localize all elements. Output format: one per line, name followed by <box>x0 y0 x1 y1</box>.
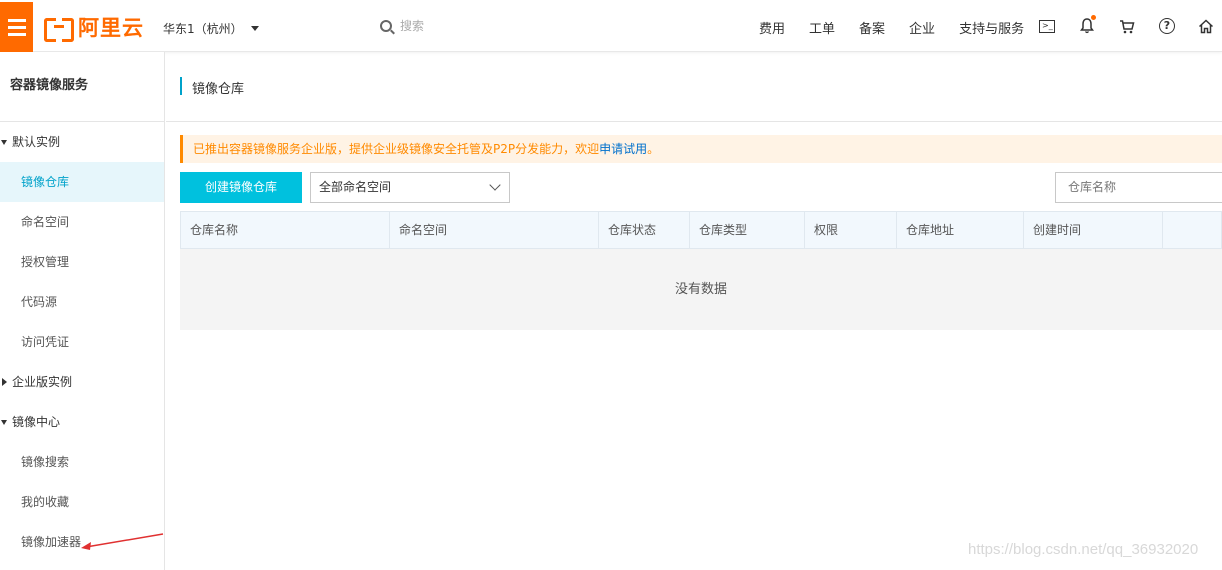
nav-tickets[interactable]: 工单 <box>809 18 835 37</box>
sidebar-item-label: 我的收藏 <box>21 495 70 509</box>
title-accent-bar <box>180 77 182 95</box>
column-header-actions <box>1163 212 1221 248</box>
sidebar-item-label: 企业版实例 <box>12 375 73 389</box>
search-icon <box>380 19 392 32</box>
sidebar-item-label: 镜像搜索 <box>21 455 70 469</box>
sidebar-item-label: 镜像中心 <box>12 415 61 429</box>
repository-name-placeholder: 仓库名称 <box>1068 180 1117 194</box>
help-icon[interactable]: ? <box>1158 17 1176 35</box>
main-content: 镜像仓库 已推出容器镜像服务企业版，提供企业级镜像安全托管及P2P分发能力，欢迎… <box>166 52 1222 570</box>
empty-state: 没有数据 <box>180 249 1222 330</box>
create-repository-button[interactable]: 创建镜像仓库 <box>180 172 302 203</box>
triangle-down-icon <box>1 140 7 145</box>
sidebar-item-code-source[interactable]: 代码源 <box>0 282 164 322</box>
namespace-select-value: 全部命名空间 <box>319 180 392 194</box>
bell-icon[interactable] <box>1078 15 1096 35</box>
notice-text: 已推出容器镜像服务企业版，提供企业级镜像安全托管及P2P分发能力，欢迎 <box>193 142 600 156</box>
triangle-down-icon <box>1 420 7 425</box>
sidebar-group-default-instance[interactable]: 默认实例 <box>0 122 164 162</box>
nav-support[interactable]: 支持与服务 <box>959 18 1024 37</box>
home-icon[interactable] <box>1197 17 1215 35</box>
column-header-repo-type: 仓库类型 <box>690 212 805 248</box>
aliyun-logo-mark-icon <box>44 18 74 42</box>
search-placeholder: 搜索 <box>400 19 425 33</box>
table-header: 仓库名称 命名空间 仓库状态 仓库类型 权限 仓库地址 创建时间 <box>180 211 1222 249</box>
logo-text: 阿里云 <box>78 16 144 40</box>
caret-down-icon <box>250 26 259 31</box>
repository-table: 仓库名称 命名空间 仓库状态 仓库类型 权限 仓库地址 创建时间 没有数据 <box>180 211 1222 330</box>
cart-icon[interactable] <box>1118 17 1136 35</box>
notification-dot <box>1091 15 1096 20</box>
column-header-repo-address: 仓库地址 <box>897 212 1024 248</box>
column-header-created-time: 创建时间 <box>1024 212 1163 248</box>
sidebar-item-authorization[interactable]: 授权管理 <box>0 242 164 282</box>
sidebar-item-image-search[interactable]: 镜像搜索 <box>0 442 164 482</box>
page-header: 镜像仓库 <box>166 52 1222 122</box>
enterprise-notice-banner: 已推出容器镜像服务企业版，提供企业级镜像安全托管及P2P分发能力，欢迎申请试用。 <box>180 135 1222 163</box>
sidebar-group-image-center[interactable]: 镜像中心 <box>0 402 164 442</box>
notice-end: 。 <box>647 142 660 156</box>
repository-name-input[interactable]: 仓库名称 <box>1055 172 1222 203</box>
sidebar: 容器镜像服务 默认实例 镜像仓库 命名空间 授权管理 代码源 访问凭证 企业版实… <box>0 52 165 570</box>
aliyun-logo[interactable]: 阿里云 <box>44 14 144 42</box>
global-search[interactable]: 搜索 <box>380 17 424 34</box>
page-title: 镜像仓库 <box>192 82 245 97</box>
top-nav-links: 费用 工单 备案 企业 支持与服务 <box>759 18 1048 37</box>
sidebar-item-label: 镜像加速器 <box>21 535 82 549</box>
top-navbar: 阿里云 华东1（杭州） 搜索 费用 工单 备案 企业 支持与服务 >_ ? <box>0 0 1222 52</box>
sidebar-item-namespaces[interactable]: 命名空间 <box>0 202 164 242</box>
watermark: https://blog.csdn.net/qq_36932020 <box>968 541 1199 558</box>
nav-billing[interactable]: 费用 <box>759 18 785 37</box>
sidebar-item-label: 代码源 <box>21 295 58 309</box>
apply-trial-link[interactable]: 申请试用 <box>599 142 647 156</box>
sidebar-item-my-favorites[interactable]: 我的收藏 <box>0 482 164 522</box>
column-header-permission: 权限 <box>805 212 897 248</box>
sidebar-item-label: 授权管理 <box>21 255 70 269</box>
sidebar-item-image-repositories[interactable]: 镜像仓库 <box>0 162 164 202</box>
annotation-arrow-icon <box>81 533 164 550</box>
sidebar-title: 容器镜像服务 <box>0 52 164 122</box>
namespace-select[interactable]: 全部命名空间 <box>310 172 510 203</box>
region-selector[interactable]: 华东1（杭州） <box>163 20 259 37</box>
nav-enterprise[interactable]: 企业 <box>909 18 935 37</box>
sidebar-item-access-credentials[interactable]: 访问凭证 <box>0 322 164 362</box>
region-label: 华东1（杭州） <box>163 22 243 36</box>
sidebar-item-label: 访问凭证 <box>21 335 70 349</box>
sidebar-item-label: 命名空间 <box>21 215 70 229</box>
sidebar-item-label: 默认实例 <box>12 135 61 149</box>
sidebar-group-enterprise-instance[interactable]: 企业版实例 <box>0 362 164 402</box>
chevron-down-icon <box>489 179 501 191</box>
terminal-icon[interactable]: >_ <box>1038 17 1056 35</box>
triangle-right-icon <box>2 378 7 386</box>
menu-icon[interactable] <box>0 2 33 52</box>
nav-icp-filing[interactable]: 备案 <box>859 18 885 37</box>
column-header-namespace: 命名空间 <box>390 212 599 248</box>
sidebar-item-label: 镜像仓库 <box>21 175 70 189</box>
column-header-repo-name: 仓库名称 <box>181 212 390 248</box>
column-header-repo-status: 仓库状态 <box>599 212 690 248</box>
